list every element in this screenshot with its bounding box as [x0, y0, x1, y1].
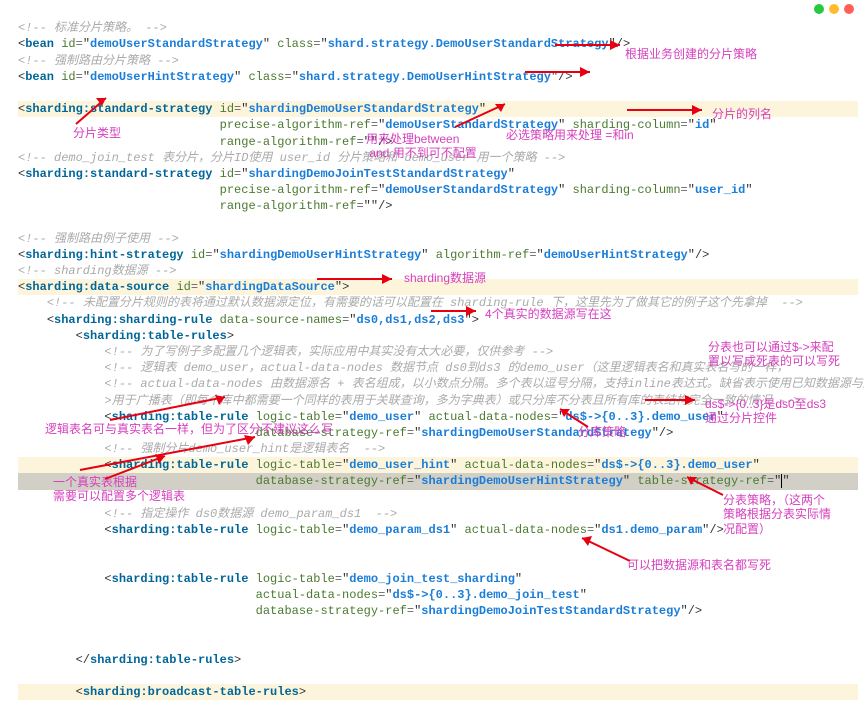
window-controls: [814, 4, 854, 14]
comment: <!-- 强制路由例子使用 -->: [18, 232, 179, 246]
comment: <!-- 指定操作 ds0数据源 demo_param_ds1 -->: [104, 507, 397, 521]
close-icon[interactable]: [844, 4, 854, 14]
comment: <!-- 为了写例子多配置几个逻辑表，实际应用中其实没有太大必要，仅供参考 --…: [104, 345, 553, 359]
comment: <!-- 强制分片demo_user_hint是逻辑表名 -->: [104, 442, 385, 456]
comment: >用于广播表（即每个库中都需要一个同样的表用于关联查询，多为字典表）或只分库不分…: [104, 394, 800, 408]
code-editor[interactable]: <!-- 标准分片策略。 --> <bean id="demoUserStand…: [0, 0, 864, 704]
comment: <!-- demo_join_test 表分片，分片ID使用 user_id 分…: [18, 151, 565, 165]
maximize-icon[interactable]: [814, 4, 824, 14]
comment: <!-- 标准分片策略。 -->: [18, 21, 167, 35]
minimize-icon[interactable]: [829, 4, 839, 14]
comment: <!-- 未配置分片规则的表将通过默认数据源定位，有需要的话可以配置在 shar…: [47, 296, 803, 310]
comment: <!-- sharding数据源 -->: [18, 264, 176, 278]
comment: <!-- actual-data-nodes 由数据源名 + 表名组成，以小数点…: [104, 377, 864, 391]
comment: <!-- 逻辑表 demo_user，actual-data-nodes 数据节…: [104, 361, 788, 375]
comment: <!-- 强制路由分片策略 -->: [18, 54, 179, 68]
